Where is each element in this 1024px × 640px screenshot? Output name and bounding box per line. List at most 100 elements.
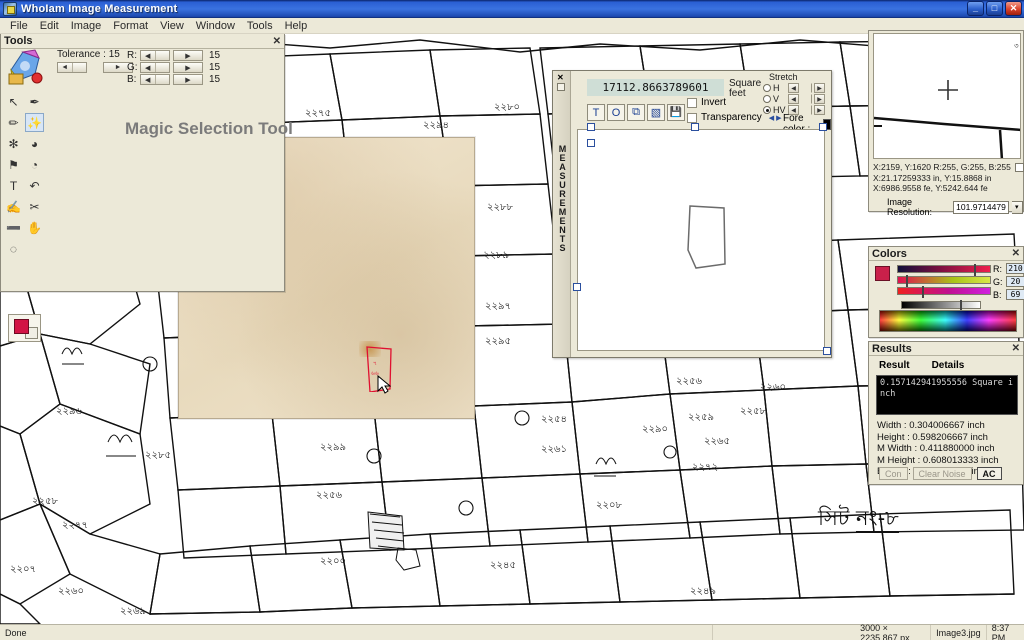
menu-item-view[interactable]: View: [154, 19, 190, 33]
menu-item-format[interactable]: Format: [107, 19, 154, 33]
results-output: 0.157142941955556 Square inch: [876, 375, 1018, 415]
resize-handle-bl[interactable]: [573, 283, 581, 291]
foreground-color-swatch[interactable]: [14, 319, 29, 334]
lasso-icon[interactable]: ◌: [4, 239, 23, 258]
blue-slider-knob[interactable]: [922, 286, 924, 298]
channel-decrease-spinner[interactable]: ◀: [140, 50, 170, 61]
menu-item-edit[interactable]: Edit: [34, 19, 65, 33]
close-button[interactable]: ✕: [1005, 1, 1022, 16]
save-icon[interactable]: 💾: [667, 104, 685, 121]
channel-increase-spinner[interactable]: ▶: [173, 50, 203, 61]
svg-text:২২৫৪: ২২৫৪: [541, 414, 567, 425]
resize-handle-l[interactable]: [587, 139, 595, 147]
measurement-preview-canvas[interactable]: [577, 129, 825, 351]
measurements-side-rail: ✕ MEASUREMENTS: [553, 71, 571, 357]
chevron-down-icon[interactable]: ▾: [1011, 200, 1023, 214]
paint-bucket-icon[interactable]: ◕: [25, 134, 44, 153]
brightness-slider[interactable]: [901, 300, 981, 312]
svg-text:২২০৭: ২২০৭: [10, 564, 36, 575]
pencil-icon[interactable]: ✏: [4, 113, 23, 132]
image-resolution-value[interactable]: 101.9714479: [953, 200, 1009, 214]
spray-icon[interactable]: ✻: [4, 134, 23, 153]
image-dimensions: 3000 × 2235.867 px: [855, 623, 932, 640]
svg-text:২২৬১: ২২৬১: [541, 444, 567, 455]
ac-button[interactable]: AC: [976, 467, 1002, 480]
channel-key: R:: [993, 263, 1002, 274]
stretch-increase-button[interactable]: ▶: [814, 94, 825, 104]
text-icon[interactable]: T: [587, 104, 605, 121]
red-slider[interactable]: [897, 264, 991, 276]
current-color-swatch[interactable]: [875, 266, 890, 281]
stretch-decrease-button[interactable]: ◀: [788, 83, 799, 93]
smudge-icon[interactable]: ◔: [25, 155, 44, 174]
results-buttons: Con Clear Noise AC: [879, 467, 1002, 480]
resize-handle-br[interactable]: [823, 347, 831, 355]
new-page-icon[interactable]: ▧: [647, 104, 665, 121]
color-picker-icon[interactable]: ✂: [25, 197, 44, 216]
channel-increase-spinner[interactable]: ▶: [173, 74, 203, 85]
channel-decrease-spinner[interactable]: ◀: [140, 74, 170, 85]
transparency-checkbox[interactable]: [687, 112, 697, 123]
ruler-icon[interactable]: ➖: [4, 218, 23, 237]
resize-handle-tl[interactable]: [587, 123, 595, 131]
undo-icon[interactable]: ↶: [25, 176, 44, 195]
channel-value-field[interactable]: 210: [1006, 263, 1024, 274]
transparency-increase-icon[interactable]: ▶: [776, 114, 781, 122]
marker-icon[interactable]: ✍: [4, 197, 23, 216]
measurements-restore-icon[interactable]: [557, 83, 565, 91]
transparency-decrease-icon[interactable]: ◀: [769, 114, 774, 122]
channel-value-field[interactable]: 69: [1006, 289, 1024, 300]
hand-icon[interactable]: ✋: [25, 218, 44, 237]
minimize-button[interactable]: _: [967, 1, 984, 16]
tolerance-channel-g: G: ◀ ▶ 15: [127, 62, 220, 73]
colors-panel-close-icon[interactable]: ✕: [1012, 248, 1020, 259]
stamp-icon[interactable]: ⚑: [4, 155, 23, 174]
resize-handle-tr[interactable]: [819, 123, 827, 131]
green-slider[interactable]: [897, 275, 991, 287]
stretch-option-h[interactable]: H ◀ ▶: [763, 83, 847, 93]
color-swatch-control[interactable]: [8, 314, 41, 342]
tools-panel-close-icon[interactable]: ✕: [273, 36, 281, 47]
stretch-caption: Stretch: [769, 72, 798, 82]
stretch-decrease-button[interactable]: ◀: [788, 94, 799, 104]
menu-item-image[interactable]: Image: [65, 19, 108, 33]
stretch-radio[interactable]: [763, 84, 771, 92]
red-slider-knob[interactable]: [974, 264, 976, 276]
transparency-option[interactable]: Transparency ◀ ▶: [687, 112, 782, 123]
resize-handle-t[interactable]: [691, 123, 699, 131]
copy-icon[interactable]: ⧉: [627, 104, 645, 121]
stretch-increase-button[interactable]: ▶: [814, 83, 825, 93]
zoom-preview-canvas[interactable]: ৩: [873, 33, 1021, 159]
color-sliders: [897, 264, 991, 312]
transparency-steppers[interactable]: ◀ ▶: [769, 114, 782, 122]
menu-item-file[interactable]: File: [4, 19, 34, 33]
measurement-value-field[interactable]: 17112.8663789601: [587, 79, 724, 96]
spin-track: [72, 63, 86, 72]
menu-item-tools[interactable]: Tools: [241, 19, 279, 33]
color-spectrum-picker[interactable]: [879, 310, 1017, 332]
sheet-label: সিট নং-৮: [818, 502, 899, 537]
blue-slider[interactable]: [897, 286, 991, 298]
pointer-icon[interactable]: ↖: [4, 92, 23, 111]
eyedropper-icon[interactable]: ✒: [25, 92, 44, 111]
restore-button[interactable]: □: [986, 1, 1003, 16]
ellipse-icon[interactable]: O: [607, 104, 625, 121]
invert-option[interactable]: Invert: [687, 97, 782, 108]
tab-result[interactable]: Result: [879, 360, 910, 371]
channel-value-field[interactable]: 20: [1006, 276, 1024, 287]
text-icon[interactable]: T: [4, 176, 23, 195]
measurements-close-icon[interactable]: ✕: [557, 73, 564, 82]
results-panel-title: Results: [872, 342, 912, 355]
invert-checkbox[interactable]: [687, 97, 697, 108]
menu-item-window[interactable]: Window: [190, 19, 241, 33]
tab-details[interactable]: Details: [932, 360, 965, 371]
magic-wand-icon[interactable]: ✨: [25, 113, 44, 132]
green-slider-knob[interactable]: [906, 275, 908, 287]
channel-value: 15: [209, 62, 221, 73]
svg-text:২২৭২: ২২৭২: [692, 462, 718, 473]
results-panel-close-icon[interactable]: ✕: [1012, 343, 1020, 354]
tolerance-decrease-spinner[interactable]: ◄: [57, 62, 87, 73]
channel-decrease-spinner[interactable]: ◀: [140, 62, 170, 73]
menu-item-help[interactable]: Help: [279, 19, 314, 33]
channel-increase-spinner[interactable]: ▶: [173, 62, 203, 73]
